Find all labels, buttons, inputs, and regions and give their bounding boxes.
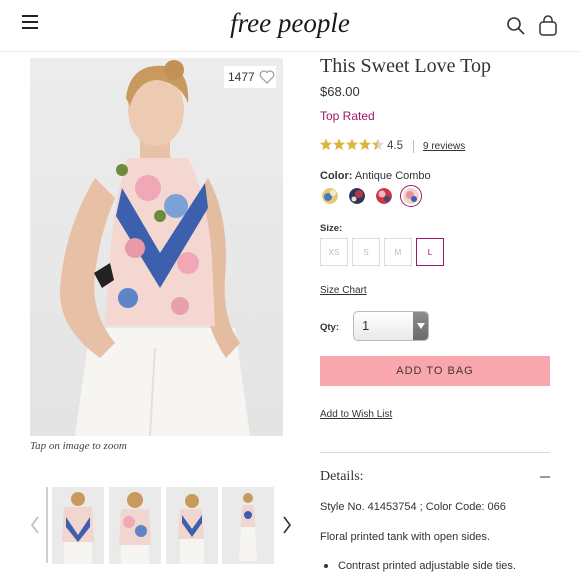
style-number: Style No. 41453754 ; Color Code: 066 [320, 501, 506, 513]
shopping-bag-icon[interactable] [538, 15, 558, 37]
color-value: Antique Combo [354, 170, 431, 182]
qty-label: Qty: [320, 322, 339, 333]
rating-divider [413, 140, 414, 153]
detail-bullet-item: Contrast printed adjustable side ties. [320, 560, 516, 572]
top-rated-badge: Top Rated [320, 109, 375, 123]
swatch-yellow-blue[interactable] [322, 188, 338, 204]
size-s-button[interactable]: S [352, 238, 380, 266]
details-divider [320, 452, 550, 453]
size-xs-button[interactable]: XS [320, 238, 348, 266]
swatch-red-floral[interactable] [376, 188, 392, 204]
qty-value: 1 [362, 318, 370, 333]
zoom-hint: Tap on image to zoom [30, 440, 127, 452]
reviews-link[interactable]: 9 reviews [423, 141, 465, 152]
swatch-navy-red[interactable] [349, 188, 365, 204]
thumbnail-strip-marker [46, 487, 48, 563]
like-counter[interactable]: 1477 [224, 66, 276, 88]
rating-value: 4.5 [387, 140, 403, 152]
like-count: 1477 [228, 70, 255, 84]
model-photo [59, 60, 250, 436]
thumbnail-3[interactable] [166, 487, 218, 564]
star-rating-icon [320, 138, 384, 150]
search-icon[interactable] [506, 16, 526, 36]
size-label: Size: [320, 223, 343, 234]
product-price: $68.00 [320, 84, 360, 99]
chevron-down-icon [413, 312, 428, 340]
thumbnail-1[interactable] [52, 487, 104, 564]
size-l-button[interactable]: L [416, 238, 444, 266]
add-to-wishlist-link[interactable]: Add to Wish List [320, 409, 392, 420]
size-m-button[interactable]: M [384, 238, 412, 266]
free-people-logo[interactable]: free people [200, 4, 380, 44]
heart-icon[interactable] [259, 70, 275, 84]
thumbnail-next-arrow-icon[interactable] [280, 514, 294, 536]
svg-text:free people: free people [230, 8, 350, 38]
detail-bullet-text: Contrast printed adjustable side ties. [338, 560, 516, 572]
product-main-image[interactable] [30, 58, 283, 436]
product-title: This Sweet Love Top [320, 55, 491, 77]
collapse-minus-icon[interactable] [540, 476, 550, 478]
bullet-dot [324, 564, 328, 568]
thumbnail-2[interactable] [109, 487, 161, 564]
thumbnail-4[interactable] [222, 487, 274, 564]
quantity-select[interactable]: 1 [353, 311, 429, 341]
details-heading[interactable]: Details: [320, 469, 364, 485]
add-to-bag-button[interactable]: ADD TO BAG [320, 356, 550, 386]
product-description: Floral printed tank with open sides. [320, 531, 490, 543]
thumbnail-prev-arrow-icon[interactable] [28, 514, 42, 536]
color-label: Color: [320, 170, 353, 182]
site-header: free people [0, 0, 580, 52]
swatch-pink-floral[interactable] [403, 188, 419, 204]
size-chart-link[interactable]: Size Chart [320, 285, 367, 296]
color-selector-label: Color: Antique Combo [320, 170, 431, 182]
hamburger-menu-icon[interactable] [22, 15, 40, 31]
